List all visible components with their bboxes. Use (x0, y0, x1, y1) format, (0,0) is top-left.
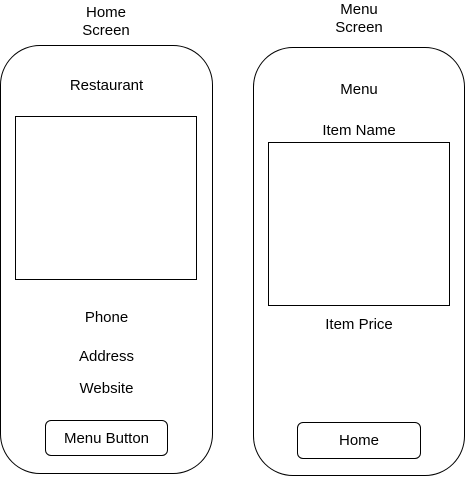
restaurant-heading: Restaurant (69, 77, 144, 94)
item-image-placeholder (268, 142, 450, 306)
website-label: Website (79, 380, 134, 397)
home-screen-title-line2: Screen (82, 22, 130, 39)
menu-screen-title-line2: Screen (335, 19, 383, 36)
home-button[interactable]: Home (297, 422, 421, 459)
item-price-label: Item Price (325, 316, 393, 333)
menu-screen-title: Menu Screen (309, 1, 409, 37)
restaurant-image-placeholder (15, 116, 197, 280)
menu-button[interactable]: Menu Button (45, 420, 168, 456)
item-name-label: Item Name (322, 122, 396, 139)
home-screen-title: Home Screen (56, 4, 156, 40)
phone-label: Phone (84, 309, 129, 326)
home-screen-title-line1: Home (85, 4, 126, 21)
menu-screen-title-line1: Menu (340, 1, 378, 18)
address-label: Address (78, 348, 135, 365)
menu-heading: Menu (340, 81, 378, 98)
